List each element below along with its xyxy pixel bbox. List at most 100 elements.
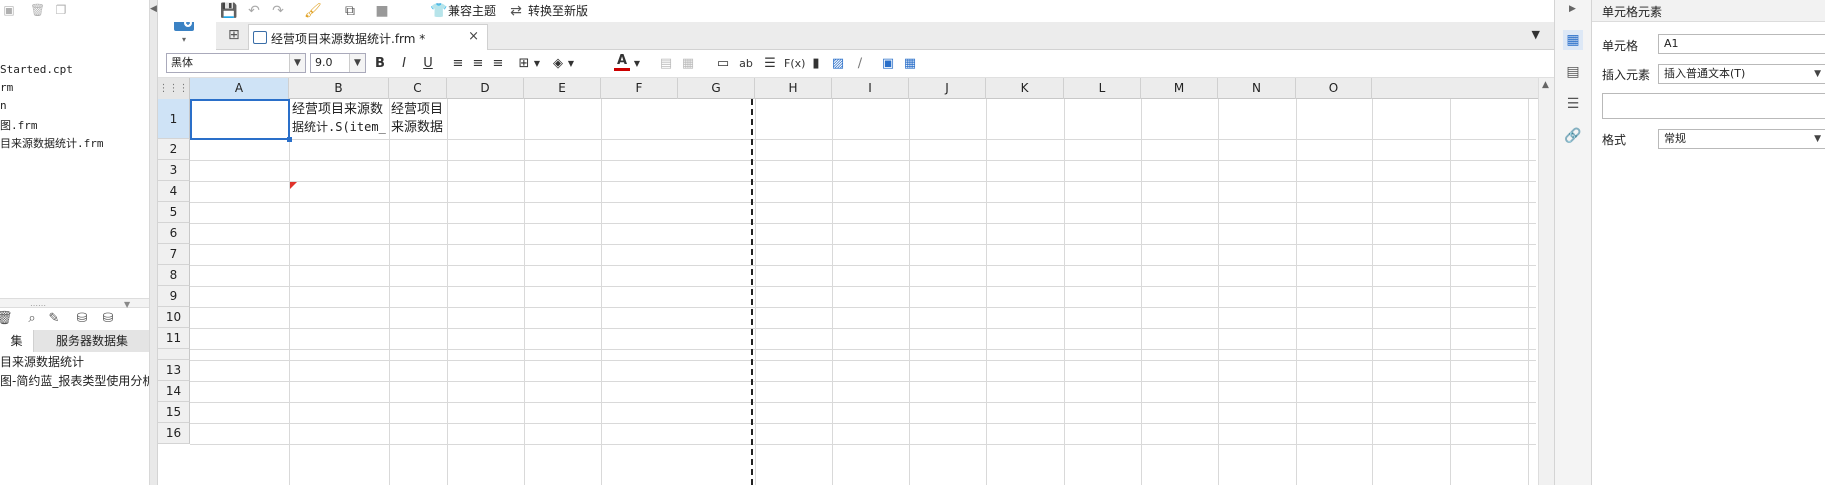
image-icon[interactable]: ▨ — [830, 55, 846, 73]
panel-splitter[interactable]: ⋯⋯ ▼ — [0, 298, 149, 310]
chevron-down-icon[interactable]: ▼ — [566, 55, 576, 73]
dataset-item[interactable]: 图-简约蓝_报表类型使用分析 — [0, 372, 149, 389]
left-collapse-strip[interactable]: ◀ — [150, 0, 158, 485]
tree-item[interactable]: rm — [0, 81, 13, 94]
tree-item[interactable]: 目来源数据统计.frm — [0, 135, 104, 151]
row-header[interactable] — [158, 349, 190, 360]
align-center-icon[interactable]: ≡ — [470, 55, 486, 73]
table-icon[interactable]: ▦ — [902, 55, 918, 73]
column-header-m[interactable]: M — [1141, 78, 1218, 99]
row-header[interactable]: 15 — [158, 402, 190, 423]
column-header-h[interactable]: H — [755, 78, 832, 99]
cell-content-input[interactable] — [1602, 93, 1825, 119]
row-header[interactable]: 3 — [158, 160, 190, 181]
expand-right-icon[interactable]: ▶ — [1569, 4, 1576, 14]
row-header[interactable]: 1 — [158, 99, 190, 139]
row-header[interactable]: 5 — [158, 202, 190, 223]
document-tab[interactable]: 经营项目来源数据统计.frm * × — [248, 24, 488, 50]
row-header[interactable]: 8 — [158, 265, 190, 286]
select-all-corner[interactable]: ⋮⋮⋮ — [158, 78, 190, 99]
column-header-l[interactable]: L — [1064, 78, 1141, 99]
convert-new-button[interactable]: 转换至新版 — [528, 2, 588, 20]
chart-icon[interactable]: ▮ — [808, 55, 824, 73]
bold-button[interactable]: B — [372, 55, 388, 73]
cell-attribute-icon[interactable]: ▤ — [1563, 62, 1583, 82]
tab-server-dataset[interactable]: 服务器数据集 — [34, 330, 149, 352]
font-family-select[interactable]: 黑体 ▼ — [166, 53, 306, 73]
row-header[interactable]: 10 — [158, 307, 190, 328]
row-header[interactable]: 9 — [158, 286, 190, 307]
chevron-down-icon[interactable]: ▾ — [182, 35, 186, 44]
column-header-b[interactable]: B — [289, 78, 389, 99]
column-header-i[interactable]: I — [832, 78, 909, 99]
column-header-n[interactable]: N — [1218, 78, 1296, 99]
delete-dataset-icon[interactable]: 🗑 — [0, 311, 13, 327]
fill-handle[interactable] — [287, 137, 292, 142]
row-header[interactable]: 7 — [158, 244, 190, 265]
scroll-up-icon[interactable]: ▲ — [1542, 80, 1549, 90]
sub-report-icon[interactable]: ▣ — [880, 55, 896, 73]
text-ab-button[interactable]: ab — [738, 55, 754, 73]
preview-dataset-icon[interactable]: ⌕ — [24, 311, 40, 327]
chevron-down-icon[interactable]: ▼ — [632, 55, 642, 73]
shirt-icon[interactable]: 👕 — [430, 3, 447, 19]
new-file-icon[interactable]: ▣ — [2, 3, 16, 17]
undo-icon[interactable]: ↶ — [246, 3, 262, 19]
column-header-a[interactable]: A — [190, 78, 289, 99]
column-header-o[interactable]: O — [1296, 78, 1372, 99]
compat-theme-button[interactable]: 兼容主题 — [448, 2, 496, 20]
database-add-icon[interactable]: ⛁ — [100, 311, 116, 327]
column-header-c[interactable]: C — [389, 78, 447, 99]
font-size-select[interactable]: 9.0 ▼ — [310, 53, 366, 73]
hyperlink-icon[interactable]: 🔗 — [1563, 126, 1583, 146]
tab-template-dataset[interactable]: 集 — [0, 330, 34, 352]
fill-color-icon[interactable]: ◈ — [550, 55, 566, 73]
column-header-e[interactable]: E — [524, 78, 601, 99]
tab-menu-icon[interactable]: ▼ — [1532, 28, 1540, 41]
tree-item[interactable]: 图.frm — [0, 117, 38, 133]
row-header[interactable]: 2 — [158, 139, 190, 160]
chevron-down-icon[interactable]: ▼ — [124, 300, 130, 309]
chevron-down-icon[interactable]: ▼ — [532, 55, 542, 73]
align-right-icon[interactable]: ≡ — [490, 55, 506, 73]
dataset-item[interactable]: 目来源数据统计 — [0, 353, 84, 370]
tree-item[interactable]: n — [0, 99, 7, 112]
save-icon[interactable]: 💾 — [220, 3, 237, 19]
row-header[interactable]: 14 — [158, 381, 190, 402]
row-header[interactable]: 13 — [158, 360, 190, 381]
row-header[interactable]: 6 — [158, 223, 190, 244]
stop-icon[interactable]: ■ — [374, 3, 390, 19]
vertical-scrollbar[interactable]: ▲ — [1538, 78, 1554, 485]
tree-item[interactable]: Started.cpt — [0, 63, 73, 76]
preview-icon[interactable]: ⧉ — [342, 3, 358, 19]
cell-element-icon[interactable]: ▦ — [1563, 30, 1583, 50]
close-icon[interactable]: × — [468, 29, 479, 44]
grid-icon[interactable]: ⊞ — [228, 27, 240, 43]
redo-icon[interactable]: ↷ — [270, 3, 286, 19]
convert-icon[interactable]: ⇄ — [508, 3, 524, 19]
text-field-icon[interactable]: ▭ — [714, 55, 732, 73]
column-header-g[interactable]: G — [678, 78, 755, 99]
format-painter-icon[interactable]: 🖌 — [304, 3, 322, 19]
column-header-f[interactable]: F — [601, 78, 678, 99]
row-header[interactable]: 16 — [158, 423, 190, 444]
border-icon[interactable]: ⊞ — [516, 55, 532, 73]
format-select[interactable]: 常规 ▼ — [1658, 129, 1825, 149]
copy-icon[interactable]: ❐ — [54, 3, 68, 17]
spreadsheet-grid[interactable]: ⋮⋮⋮ A B C D E F G H I J K L M N O 1 2 3 … — [158, 78, 1538, 485]
edit-dataset-icon[interactable]: ✎ — [46, 311, 62, 327]
unmerge-cells-icon[interactable]: ▦ — [680, 55, 696, 73]
collapse-left-icon[interactable]: ◀ — [150, 4, 157, 14]
merge-cells-icon[interactable]: ▤ — [658, 55, 674, 73]
italic-button[interactable]: I — [396, 55, 412, 73]
align-left-icon[interactable]: ≡ — [450, 55, 466, 73]
widget-settings-icon[interactable]: ☰ — [1563, 94, 1583, 114]
database-icon[interactable]: ⛁ — [74, 311, 90, 327]
column-header-d[interactable]: D — [447, 78, 524, 99]
formula-button[interactable]: F(x) — [784, 55, 805, 73]
column-header-j[interactable]: J — [909, 78, 986, 99]
delete-icon[interactable]: 🗑 — [30, 3, 45, 17]
column-header-k[interactable]: K — [986, 78, 1064, 99]
font-color-icon[interactable]: A — [614, 54, 630, 71]
cell-name-field[interactable]: A1 — [1658, 34, 1825, 54]
